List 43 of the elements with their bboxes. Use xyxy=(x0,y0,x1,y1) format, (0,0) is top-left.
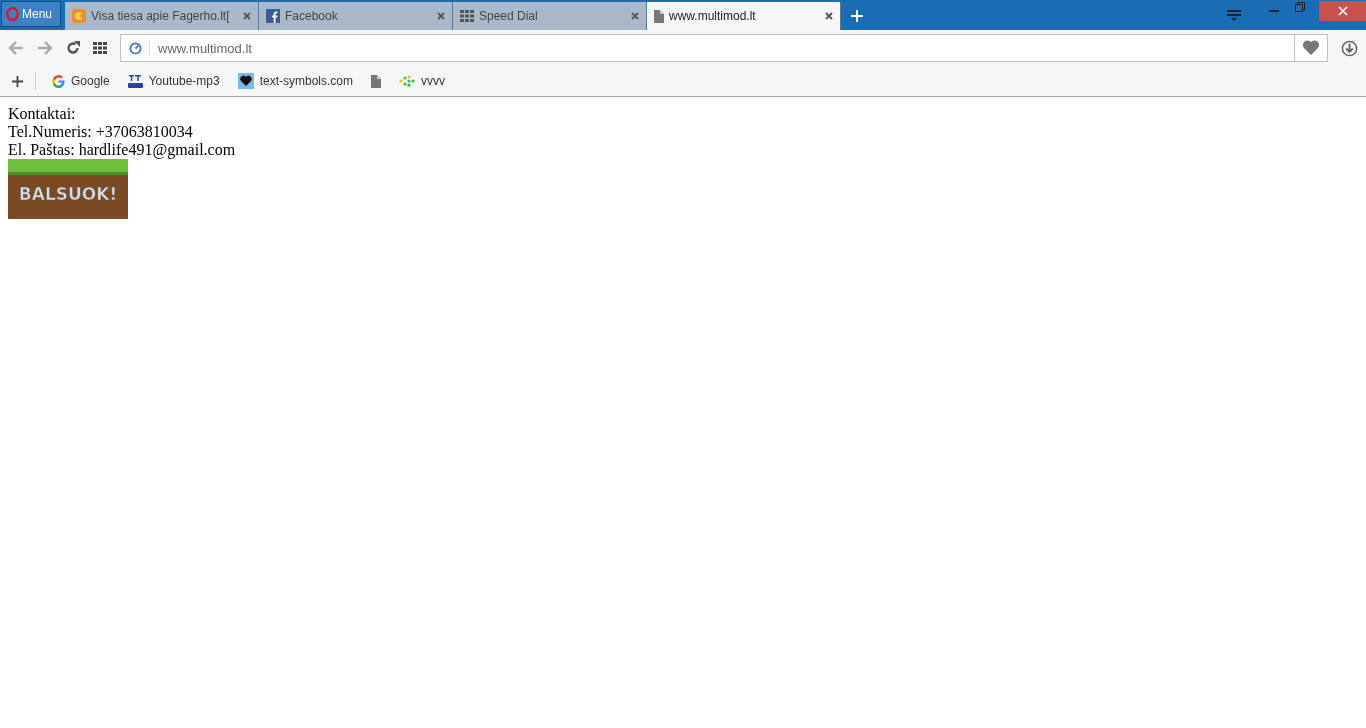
facebook-icon xyxy=(266,9,280,23)
page-icon xyxy=(654,9,664,23)
bookmark-link[interactable]: vvvv xyxy=(397,74,447,88)
download-icon[interactable] xyxy=(1341,39,1358,57)
speedometer-icon xyxy=(128,41,142,55)
tab-menu-icon[interactable] xyxy=(1227,10,1241,22)
yt-mp3-icon xyxy=(127,74,143,88)
browser-tab[interactable]: Visa tiesa apie Fagerho.lt[ xyxy=(65,2,259,30)
bookmark-link[interactable]: Google xyxy=(50,74,112,88)
contact-line: Tel.Numeris: +37063810034 xyxy=(8,123,194,141)
contact-line: Kontaktai: xyxy=(8,105,77,123)
page-icon xyxy=(371,74,381,88)
close-tab-icon[interactable] xyxy=(631,12,639,20)
vote-banner[interactable]: BALSUOK! xyxy=(8,159,128,219)
close-tab-icon[interactable] xyxy=(243,12,251,20)
back-icon[interactable] xyxy=(8,41,24,55)
forward-icon[interactable] xyxy=(37,41,53,55)
add-bookmark-icon[interactable] xyxy=(12,76,23,87)
menu-button[interactable]: Menu xyxy=(1,1,61,27)
menu-label: Menu xyxy=(22,7,53,21)
close-icon xyxy=(1337,6,1348,16)
bookmark-link[interactable] xyxy=(369,74,383,88)
pacman-icon xyxy=(72,9,86,23)
close-tab-icon[interactable] xyxy=(437,12,445,20)
close-window-button[interactable] xyxy=(1319,1,1366,21)
grid-icon[interactable] xyxy=(93,42,107,54)
new-tab-icon[interactable] xyxy=(851,10,863,22)
google-icon xyxy=(52,74,65,88)
browser-tab[interactable]: Speed Dial xyxy=(453,2,647,30)
heart-icon[interactable] xyxy=(1302,40,1320,56)
browser-tab[interactable]: www.multimod.lt xyxy=(647,2,841,30)
bookmark-link[interactable]: Youtube-mp3 xyxy=(125,74,222,88)
grid-icon xyxy=(460,10,474,22)
restore-icon[interactable] xyxy=(1295,2,1305,12)
bookmark-link[interactable]: text-symbols.com xyxy=(235,73,355,89)
address-bar[interactable]: www.multimod.lt xyxy=(120,34,1328,62)
browser-tab[interactable]: Facebook xyxy=(259,2,453,30)
reload-icon[interactable] xyxy=(66,41,80,55)
contact-line: El. Paštas: hardlife491@gmail.com xyxy=(8,141,237,159)
heart-icon xyxy=(237,73,254,89)
close-tab-icon[interactable] xyxy=(825,12,833,20)
opera-logo-icon xyxy=(6,7,19,21)
dots-icon xyxy=(399,75,415,87)
